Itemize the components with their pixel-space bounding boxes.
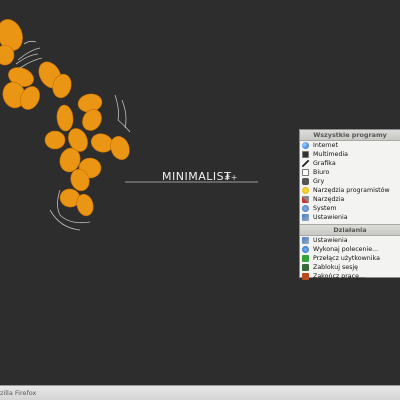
brush-icon — [302, 160, 309, 167]
menu-item-label: Zablokuj sesję — [313, 264, 359, 271]
taskbar: zilla Firefox — [0, 385, 400, 400]
menu-item-label: Przełącz użytkownika — [313, 255, 380, 262]
switch-user-icon — [302, 255, 309, 262]
wallpaper-logo: MINIMALIST — [162, 170, 232, 183]
run-icon — [302, 246, 309, 253]
taskbar-window-button[interactable]: zilla Firefox — [0, 389, 36, 397]
menu-item-label: Narzędzia — [313, 196, 345, 203]
action-item-ustawienia[interactable]: Ustawienia — [300, 236, 400, 245]
action-item-switch-user[interactable]: Przełącz użytkownika — [300, 254, 400, 263]
wallpaper-logo-suffix: #+ — [224, 173, 238, 182]
menu-item-label: System — [313, 205, 337, 212]
action-item-lock-session[interactable]: Zablokuj sesję — [300, 263, 400, 272]
tools-icon — [302, 196, 309, 203]
system-icon — [302, 205, 309, 212]
action-item-run-command[interactable]: Wykonaj polecenie... — [300, 245, 400, 254]
application-menu: Wszystkie programy Internet Multimedia G… — [299, 129, 400, 281]
menu-item-label: Biuro — [313, 169, 330, 176]
menu-item-internet[interactable]: Internet — [300, 141, 400, 150]
menu-item-ustawienia[interactable]: Ustawienia — [300, 213, 400, 222]
menu-item-label: Wykonaj polecenie... — [313, 246, 379, 253]
document-icon — [302, 169, 309, 176]
menu-item-label: Multimedia — [313, 151, 349, 158]
menu-item-biuro[interactable]: Biuro — [300, 168, 400, 177]
shutdown-icon — [302, 273, 309, 280]
menu-item-label: Ustawienia — [313, 237, 348, 244]
menu-item-label: Grafika — [313, 160, 336, 167]
lock-icon — [302, 264, 309, 271]
menu-item-system[interactable]: System — [300, 204, 400, 213]
menu-item-label: Ustawienia — [313, 214, 348, 221]
action-item-shutdown[interactable]: Zakończ pracę... — [300, 272, 400, 281]
menu-item-label: Zakończ pracę... — [313, 273, 365, 280]
menu-item-label: Gry — [313, 178, 325, 185]
menu-item-narzedzia-programistow[interactable]: Narzędzia programistów — [300, 186, 400, 195]
actions-header: Działania — [300, 224, 400, 236]
gamepad-icon — [302, 178, 309, 185]
menu-item-label: Narzędzia programistów — [313, 187, 390, 194]
film-icon — [302, 151, 309, 158]
all-programs-header: Wszystkie programy — [300, 130, 400, 141]
settings-icon — [302, 237, 309, 244]
menu-item-label: Internet — [313, 142, 339, 149]
menu-item-narzedzia[interactable]: Narzędzia — [300, 195, 400, 204]
settings-icon — [302, 214, 309, 221]
menu-item-multimedia[interactable]: Multimedia — [300, 150, 400, 159]
globe-icon — [302, 142, 309, 149]
menu-item-gry[interactable]: Gry — [300, 177, 400, 186]
menu-item-grafika[interactable]: Grafika — [300, 159, 400, 168]
smiley-icon — [302, 187, 309, 194]
